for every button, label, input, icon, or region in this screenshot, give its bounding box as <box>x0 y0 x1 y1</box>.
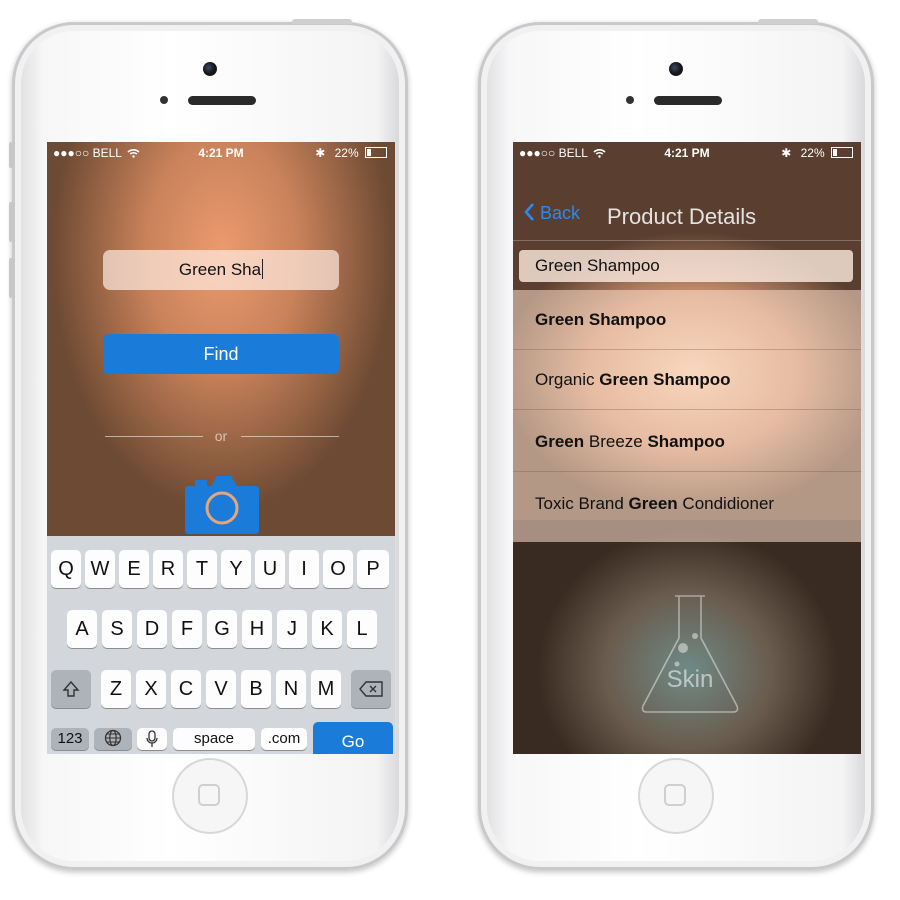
bluetooth-icon: ✱ <box>315 146 326 160</box>
page-title: Product Details <box>607 204 757 229</box>
key-p[interactable]: P <box>357 550 389 588</box>
search-input[interactable]: Green Shampoo <box>519 250 853 282</box>
item-text: Condidioner <box>677 494 775 513</box>
microphone-icon <box>146 728 158 750</box>
shift-key[interactable] <box>51 670 91 708</box>
key-b[interactable]: B <box>241 670 271 708</box>
battery-percent: 22% <box>334 146 359 160</box>
earpiece-speaker <box>188 96 256 105</box>
key-o[interactable]: O <box>323 550 353 588</box>
mute-switch <box>9 142 14 168</box>
battery-indicator: ✱ 22% <box>315 146 387 160</box>
list-item[interactable]: Toxic Brand Green Condidioner <box>513 474 861 534</box>
item-match: Green Shampoo <box>599 370 731 389</box>
find-button[interactable]: Find <box>103 334 339 374</box>
key-r[interactable]: R <box>153 550 183 588</box>
home-button[interactable] <box>638 758 714 834</box>
item-text: Breeze <box>584 432 648 451</box>
key-m[interactable]: M <box>311 670 341 708</box>
phone-left: ●●●○○ BELL 4:21 PM ✱ 22% Green Sha Find <box>9 19 408 870</box>
front-camera <box>203 62 217 76</box>
shift-icon <box>62 678 80 700</box>
on-screen-keyboard: Q W E R T Y U I O P A S D F G H J K L Z … <box>47 536 395 754</box>
key-v[interactable]: V <box>206 670 236 708</box>
status-bar: ●●●○○ BELL 4:21 PM ✱ 22% <box>47 142 395 164</box>
key-i[interactable]: I <box>289 550 319 588</box>
battery-indicator: ✱ 22% <box>781 146 853 160</box>
item-match: Green <box>628 494 678 513</box>
home-button[interactable] <box>172 758 248 834</box>
dotcom-key[interactable]: .com <box>261 728 307 750</box>
skin-logo: Skin <box>635 590 745 718</box>
key-k[interactable]: K <box>312 610 342 648</box>
key-f[interactable]: F <box>172 610 202 648</box>
item-text: Organic <box>535 370 600 389</box>
globe-icon <box>104 728 122 750</box>
key-u[interactable]: U <box>255 550 285 588</box>
back-label: Back <box>540 203 581 223</box>
search-input[interactable]: Green Sha <box>103 250 339 290</box>
bluetooth-icon: ✱ <box>781 146 792 160</box>
text-cursor <box>262 259 264 279</box>
key-a[interactable]: A <box>67 610 97 648</box>
proximity-sensor <box>160 96 168 104</box>
key-y[interactable]: Y <box>221 550 251 588</box>
nav-divider <box>513 240 861 241</box>
screen-search: ●●●○○ BELL 4:21 PM ✱ 22% Green Sha Find <box>47 142 395 754</box>
screen-results: ●●●○○ BELL 4:21 PM ✱ 22% Back Product De… <box>513 142 861 754</box>
logo-text: Skin <box>666 666 714 693</box>
or-label: or <box>214 428 228 444</box>
search-input-value: Green Sha <box>178 260 262 279</box>
battery-icon <box>365 147 387 158</box>
results-list: Green Shampoo Organic Green Shampoo Gree… <box>513 290 861 542</box>
key-w[interactable]: W <box>85 550 115 588</box>
proximity-sensor <box>626 96 634 104</box>
back-button[interactable]: Back <box>523 202 580 224</box>
sleep-button <box>758 19 818 24</box>
key-n[interactable]: N <box>276 670 306 708</box>
go-key[interactable]: Go <box>313 722 393 754</box>
battery-percent: 22% <box>800 146 825 160</box>
key-h[interactable]: H <box>242 610 272 648</box>
chevron-left-icon <box>523 203 540 223</box>
numbers-key[interactable]: 123 <box>51 728 89 750</box>
key-t[interactable]: T <box>187 550 217 588</box>
backspace-icon <box>359 678 383 700</box>
key-j[interactable]: J <box>277 610 307 648</box>
key-g[interactable]: G <box>207 610 237 648</box>
key-c[interactable]: C <box>171 670 201 708</box>
volume-down-button <box>9 258 14 298</box>
space-key[interactable]: space <box>173 728 255 750</box>
volume-up-button <box>9 202 14 242</box>
list-item[interactable]: Green Shampoo <box>513 290 861 350</box>
list-item[interactable]: Organic Green Shampoo <box>513 350 861 410</box>
sleep-button <box>292 19 352 24</box>
front-camera <box>669 62 683 76</box>
backspace-key[interactable] <box>351 670 391 708</box>
dictation-key[interactable] <box>137 728 167 750</box>
list-item[interactable]: Green Breeze Shampoo <box>513 412 861 472</box>
key-d[interactable]: D <box>137 610 167 648</box>
key-s[interactable]: S <box>102 610 132 648</box>
flask-icon <box>641 595 739 713</box>
phone-right: ●●●○○ BELL 4:21 PM ✱ 22% Back Product De… <box>478 19 874 870</box>
globe-key[interactable] <box>94 728 132 750</box>
key-x[interactable]: X <box>136 670 166 708</box>
status-bar: ●●●○○ BELL 4:21 PM ✱ 22% <box>513 142 861 164</box>
battery-icon <box>831 147 853 158</box>
item-text: Toxic Brand <box>535 494 629 513</box>
item-match: Green <box>535 432 585 451</box>
key-e[interactable]: E <box>119 550 149 588</box>
camera-icon[interactable] <box>185 476 259 534</box>
key-q[interactable]: Q <box>51 550 81 588</box>
earpiece-speaker <box>654 96 722 105</box>
key-l[interactable]: L <box>347 610 377 648</box>
item-match: Green Shampoo <box>535 310 667 329</box>
key-z[interactable]: Z <box>101 670 131 708</box>
item-match: Shampoo <box>647 432 725 451</box>
